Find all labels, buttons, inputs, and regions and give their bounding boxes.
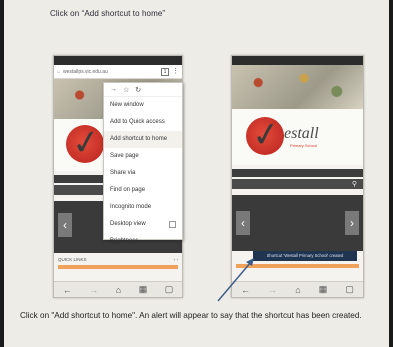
menu-item-new-window[interactable]: New window <box>104 97 182 114</box>
url-text[interactable]: westallps.vic.edu.au <box>63 69 158 75</box>
check-icon: ✓ <box>249 113 284 157</box>
quick-links-label: QUICK LINKS <box>58 257 87 262</box>
logo-wordmark: estall <box>284 125 319 142</box>
menu-item-save-page[interactable]: Save page <box>104 148 182 165</box>
check-icon: ✓ <box>69 121 104 165</box>
status-bar <box>54 56 182 65</box>
slider-prev-button[interactable]: ‹ <box>58 213 72 237</box>
quick-link-strip <box>58 265 178 269</box>
menu-item-incognito[interactable]: Incognito mode <box>104 199 182 216</box>
menu-icon-row: → ☆ ↻ <box>104 83 182 97</box>
nav-bar <box>232 169 363 177</box>
tab-count[interactable]: 1 <box>161 67 169 76</box>
forward-icon[interactable]: → <box>268 285 277 295</box>
desktop-view-checkbox[interactable] <box>169 221 176 228</box>
menu-item-add-quick-access[interactable]: Add to Quick access <box>104 114 182 131</box>
forward-icon[interactable]: → <box>89 285 98 295</box>
browser-toolbar: ← → ⌂ ▦ ▢ <box>232 281 363 297</box>
quick-link-strip <box>236 264 359 268</box>
lock-icon: ⌂ <box>57 68 61 75</box>
tabs-icon[interactable]: ▢ <box>165 284 174 295</box>
back-icon[interactable]: ← <box>241 285 250 295</box>
slider-next-button[interactable]: › <box>345 211 359 235</box>
home-icon[interactable]: ⌂ <box>295 285 300 295</box>
menu-item-brightness[interactable]: Brightness <box>104 233 182 250</box>
shortcut-created-toast: Shortcut 'Westall Primary School' create… <box>253 251 357 261</box>
menu-item-desktop-view[interactable]: Desktop view <box>104 216 182 233</box>
menu-item-share-via[interactable]: Share via <box>104 165 182 182</box>
desktop-view-label: Desktop view <box>110 221 146 227</box>
instruction-bottom: Click on "Add shortcut to home". An aler… <box>20 311 362 320</box>
instruction-sheet: Click on “Add shortcut to home” ⌂ westal… <box>4 0 389 347</box>
school-logo: ✓ estall Primary School <box>232 109 363 165</box>
hero-banner <box>232 65 363 109</box>
browser-overflow-menu: → ☆ ↻ New window Add to Quick access Add… <box>103 82 183 244</box>
slider-prev-button[interactable]: ‹ <box>236 211 250 235</box>
forward-icon[interactable]: → <box>110 86 117 93</box>
tabs-icon[interactable]: ▢ <box>345 284 354 295</box>
browser-toolbar: ← → ⌂ ▦ ▢ <box>54 281 182 297</box>
right-phone-screenshot: ✓ estall Primary School ⚲ ‹ › ← → ⌂ ▦ ▢ <box>231 55 364 298</box>
search-bar[interactable]: ⚲ <box>232 179 363 189</box>
image-slider: ‹ › <box>232 195 363 251</box>
menu-item-add-shortcut-home[interactable]: Add shortcut to home <box>104 131 182 148</box>
more-menu-icon[interactable]: ⋮ <box>172 68 179 76</box>
instruction-top: Click on “Add shortcut to home” <box>50 9 166 18</box>
bookmarks-icon[interactable]: ▦ <box>319 284 328 295</box>
url-bar[interactable]: ⌂ westallps.vic.edu.au 1 ⋮ <box>54 65 182 79</box>
star-icon[interactable]: ☆ <box>123 86 129 94</box>
bookmarks-icon[interactable]: ▦ <box>139 284 148 295</box>
home-icon[interactable]: ⌂ <box>116 285 121 295</box>
status-bar <box>232 56 363 65</box>
back-icon[interactable]: ← <box>63 285 72 295</box>
search-icon[interactable]: ⚲ <box>352 180 357 188</box>
logo-subtitle: Primary School <box>290 143 318 148</box>
chevrons-icon: ‹ › <box>173 257 178 262</box>
quick-links-header: QUICK LINKS ‹ › <box>54 253 182 264</box>
menu-item-find-on-page[interactable]: Find on page <box>104 182 182 199</box>
refresh-icon[interactable]: ↻ <box>135 86 141 94</box>
